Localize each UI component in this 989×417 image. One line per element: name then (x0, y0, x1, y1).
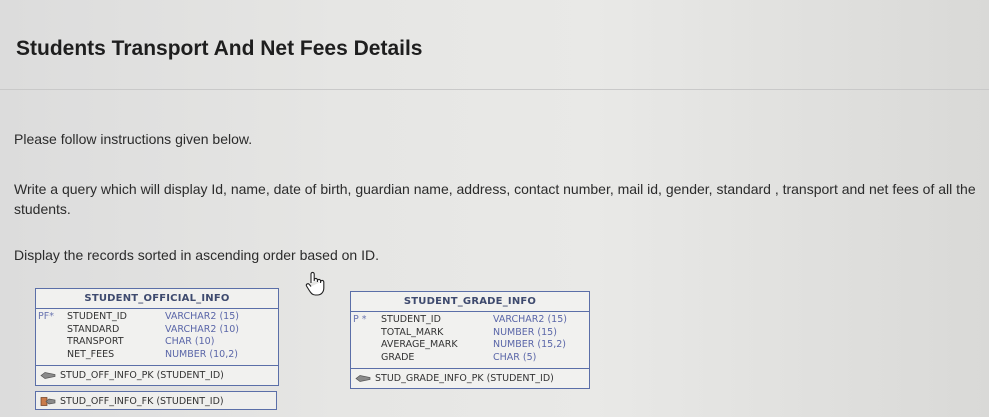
instruction-sort: Display the records sorted in ascending … (14, 247, 379, 263)
column-name: AVERAGE_MARK (381, 339, 458, 350)
constraint-label: STUD_OFF_INFO_PK (STUDENT_ID) (60, 370, 224, 381)
primary-key-constraint: STUD_OFF_INFO_PK (STUDENT_ID) (36, 366, 278, 385)
key-marker (351, 352, 381, 365)
key-icon (355, 375, 371, 382)
column-name: TRANSPORT (67, 336, 124, 347)
instruction-intro: Please follow instructions given below. (14, 131, 253, 147)
column-type: NUMBER (15,2) (493, 339, 566, 350)
column-type: VARCHAR2 (15) (165, 311, 239, 322)
constraint-label: STUD_OFF_INFO_FK (STUDENT_ID) (60, 396, 224, 407)
column-name: GRADE (381, 351, 415, 363)
key-icon (40, 372, 56, 379)
key-marker (36, 336, 67, 349)
key-marker (36, 324, 67, 337)
column-name: STANDARD (67, 323, 120, 335)
title-divider (0, 89, 989, 90)
hand-pointer-icon (305, 271, 325, 296)
column-list: P * STUDENT_ID VARCHAR2 (15) TOTAL_MARK … (351, 312, 589, 369)
constraint-label: STUD_GRADE_INFO_PK (STUDENT_ID) (375, 373, 554, 384)
column-type: NUMBER (15) (493, 326, 557, 338)
key-marker (36, 349, 67, 362)
column-type: NUMBER (10,2) (165, 348, 238, 360)
column-type: CHAR (5) (493, 351, 537, 363)
student-grade-info-table: STUDENT_GRADE_INFO P * STUDENT_ID VARCHA… (350, 291, 590, 389)
column-name: TOTAL_MARK (381, 326, 444, 338)
column-type: VARCHAR2 (15) (493, 314, 567, 325)
key-marker: P * (353, 314, 367, 325)
primary-key-constraint: STUD_GRADE_INFO_PK (STUDENT_ID) (351, 369, 589, 388)
column-name: NET_FEES (67, 348, 115, 360)
key-marker: PF* (38, 311, 54, 322)
student-official-info-table: STUDENT_OFFICIAL_INFO PF* STUDENT_ID VAR… (35, 288, 279, 386)
column-name: STUDENT_ID (67, 311, 127, 322)
table-header: STUDENT_GRADE_INFO (351, 292, 589, 312)
instruction-query: Write a query which will display Id, nam… (14, 181, 976, 217)
column-type: VARCHAR2 (10) (165, 323, 239, 335)
column-type: CHAR (10) (165, 336, 215, 347)
foreign-key-constraint: STUD_OFF_INFO_FK (STUDENT_ID) (35, 391, 277, 410)
table-header: STUDENT_OFFICIAL_INFO (36, 289, 278, 309)
foreign-key-icon (40, 397, 56, 406)
column-name: STUDENT_ID (381, 314, 441, 325)
page-title: Students Transport And Net Fees Details (16, 37, 423, 60)
key-marker (351, 327, 381, 340)
key-marker (351, 339, 381, 352)
column-list: PF* STUDENT_ID VARCHAR2 (15) STANDARD VA… (36, 309, 278, 366)
